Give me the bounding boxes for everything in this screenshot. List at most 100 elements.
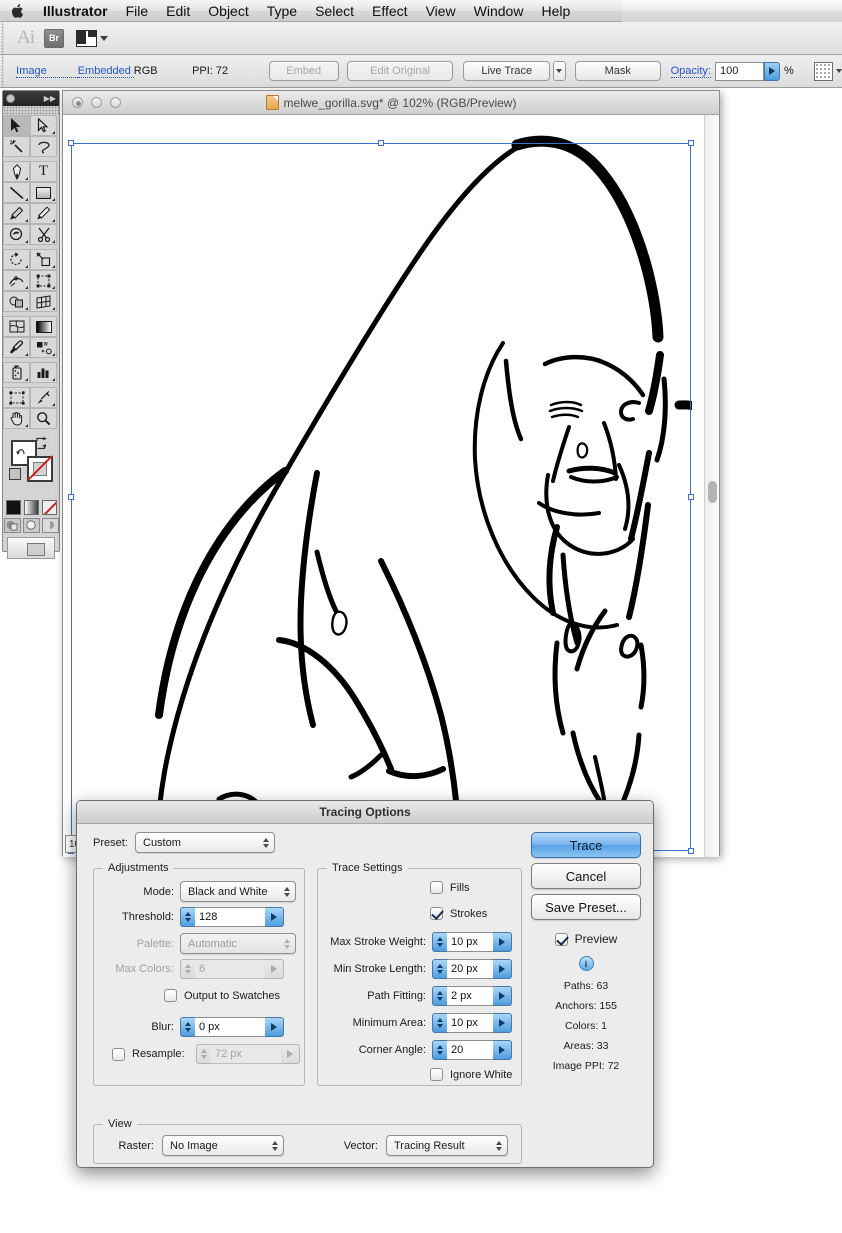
gradient-tool[interactable] bbox=[30, 316, 57, 337]
minimum-area-input[interactable]: 10 px bbox=[447, 1013, 493, 1033]
live-trace-button[interactable]: Live Trace bbox=[463, 61, 550, 81]
tools-panel-collapse-icon[interactable]: ▶▶ bbox=[44, 94, 56, 103]
blur-slider-icon[interactable] bbox=[265, 1017, 284, 1037]
resample-input[interactable]: 72 px bbox=[211, 1044, 281, 1064]
zoom-tool[interactable] bbox=[30, 408, 57, 429]
column-graph-tool[interactable] bbox=[30, 362, 57, 383]
minimum-area-slider-icon[interactable] bbox=[493, 1013, 512, 1033]
transparency-chevron-down-icon[interactable] bbox=[836, 69, 842, 73]
tools-panel-close-icon[interactable] bbox=[6, 94, 15, 103]
corner-angle-input[interactable]: 20 bbox=[447, 1040, 493, 1060]
artboard-tool[interactable] bbox=[3, 387, 30, 408]
max-stroke-weight-stepper[interactable]: 10 px bbox=[432, 932, 512, 952]
dialog-title-bar[interactable]: Tracing Options bbox=[77, 801, 653, 824]
embed-button[interactable]: Embed bbox=[269, 61, 339, 81]
object-type-label[interactable]: Image bbox=[16, 65, 78, 78]
path-fitting-slider-icon[interactable] bbox=[493, 986, 512, 1006]
selection-handle-top-left[interactable] bbox=[68, 140, 74, 146]
arrange-chevron-down-icon[interactable] bbox=[100, 36, 108, 41]
hand-tool[interactable] bbox=[3, 408, 30, 429]
draw-normal-button[interactable] bbox=[4, 518, 21, 533]
resample-checkbox[interactable] bbox=[112, 1048, 125, 1061]
lasso-tool[interactable] bbox=[30, 136, 57, 157]
eyedropper-tool[interactable] bbox=[3, 337, 30, 358]
default-fill-stroke-icon[interactable] bbox=[9, 468, 21, 480]
path-fitting-spin-arrows-icon[interactable] bbox=[432, 986, 447, 1006]
tools-panel-header[interactable]: ▶▶ bbox=[3, 91, 59, 106]
slice-tool[interactable] bbox=[30, 387, 57, 408]
max-colors-input[interactable]: 6 bbox=[195, 959, 265, 979]
menu-item-edit[interactable]: Edit bbox=[157, 0, 199, 22]
fills-checkbox[interactable] bbox=[430, 881, 443, 894]
link-state-label[interactable]: Embedded bbox=[78, 65, 134, 78]
free-transform-tool[interactable] bbox=[30, 270, 57, 291]
min-stroke-length-spin-arrows-icon[interactable] bbox=[432, 959, 447, 979]
rectangle-tool[interactable] bbox=[30, 182, 57, 203]
direct-selection-tool[interactable] bbox=[30, 115, 57, 136]
line-segment-tool[interactable] bbox=[3, 182, 30, 203]
type-tool[interactable]: T bbox=[30, 161, 57, 182]
width-tool[interactable] bbox=[3, 270, 30, 291]
minimum-area-spin-arrows-icon[interactable] bbox=[432, 1013, 447, 1033]
output-swatches-row[interactable]: Output to Swatches bbox=[164, 989, 280, 1002]
max-stroke-weight-input[interactable]: 10 px bbox=[447, 932, 493, 952]
scrollbar-thumb[interactable] bbox=[708, 481, 717, 503]
document-title-bar[interactable]: melwe_gorilla.svg* @ 102% (RGB/Preview) bbox=[63, 91, 719, 115]
corner-angle-stepper[interactable]: 20 bbox=[432, 1040, 512, 1060]
menu-item-effect[interactable]: Effect bbox=[363, 0, 417, 22]
max-colors-slider-icon[interactable] bbox=[265, 959, 284, 979]
minimum-area-stepper[interactable]: 10 px bbox=[432, 1013, 512, 1033]
preview-checkbox[interactable] bbox=[555, 933, 568, 946]
color-button[interactable] bbox=[6, 500, 21, 515]
paintbrush-tool[interactable] bbox=[3, 203, 30, 224]
min-stroke-length-input[interactable]: 20 px bbox=[447, 959, 493, 979]
canvas-vertical-scrollbar[interactable] bbox=[704, 115, 719, 857]
menu-item-file[interactable]: File bbox=[117, 0, 158, 22]
save-preset-button[interactable]: Save Preset... bbox=[531, 894, 641, 920]
control-bar-drag-grip[interactable] bbox=[0, 55, 8, 87]
selection-handle-middle-left[interactable] bbox=[68, 494, 74, 500]
blur-stepper[interactable]: 0 px bbox=[180, 1017, 284, 1037]
edit-original-button[interactable]: Edit Original bbox=[347, 61, 454, 81]
threshold-input[interactable]: 128 bbox=[195, 907, 265, 927]
shape-builder-tool[interactable] bbox=[3, 291, 30, 312]
none-button[interactable] bbox=[42, 500, 57, 515]
scale-tool[interactable] bbox=[30, 249, 57, 270]
selection-tool[interactable] bbox=[3, 115, 30, 136]
rotate-tool[interactable] bbox=[3, 249, 30, 270]
live-trace-preset-chevron-icon[interactable] bbox=[553, 61, 566, 81]
transparency-mask-icon[interactable] bbox=[814, 62, 833, 81]
max-colors-spin-arrows-icon[interactable] bbox=[180, 959, 195, 979]
ignore-white-row[interactable]: Ignore White bbox=[430, 1068, 512, 1081]
menu-item-help[interactable]: Help bbox=[532, 0, 579, 22]
fills-row[interactable]: Fills bbox=[430, 881, 470, 894]
menu-item-illustrator[interactable]: Illustrator bbox=[34, 0, 117, 22]
canvas-area[interactable]: 102 bbox=[63, 115, 719, 857]
blur-input[interactable]: 0 px bbox=[195, 1017, 265, 1037]
min-stroke-length-slider-icon[interactable] bbox=[493, 959, 512, 979]
cancel-button[interactable]: Cancel bbox=[531, 863, 641, 889]
blob-brush-tool[interactable] bbox=[3, 224, 30, 245]
tools-panel-drag-grip[interactable] bbox=[3, 106, 59, 115]
perspective-grid-tool[interactable] bbox=[30, 291, 57, 312]
output-to-swatches-checkbox[interactable] bbox=[164, 989, 177, 1002]
strokes-checkbox[interactable] bbox=[430, 907, 443, 920]
mode-select[interactable]: Black and White bbox=[180, 881, 296, 902]
apple-menu-icon[interactable] bbox=[8, 2, 26, 20]
scissors-tool[interactable] bbox=[30, 224, 57, 245]
draw-behind-button[interactable] bbox=[23, 518, 40, 533]
bridge-icon[interactable]: Br bbox=[44, 29, 64, 48]
max-stroke-weight-slider-icon[interactable] bbox=[493, 932, 512, 952]
selection-handle-middle-right[interactable] bbox=[688, 494, 694, 500]
info-icon[interactable]: i bbox=[579, 956, 594, 971]
selection-handle-bottom-right[interactable] bbox=[688, 848, 694, 854]
menu-item-type[interactable]: Type bbox=[258, 0, 306, 22]
preset-select[interactable]: Custom bbox=[135, 832, 275, 853]
blend-tool[interactable] bbox=[30, 337, 57, 358]
min-stroke-length-stepper[interactable]: 20 px bbox=[432, 959, 512, 979]
path-fitting-input[interactable]: 2 px bbox=[447, 986, 493, 1006]
ignore-white-checkbox[interactable] bbox=[430, 1068, 443, 1081]
raster-select[interactable]: No Image bbox=[162, 1135, 284, 1156]
threshold-spin-arrows-icon[interactable] bbox=[180, 907, 195, 927]
threshold-slider-icon[interactable] bbox=[265, 907, 284, 927]
